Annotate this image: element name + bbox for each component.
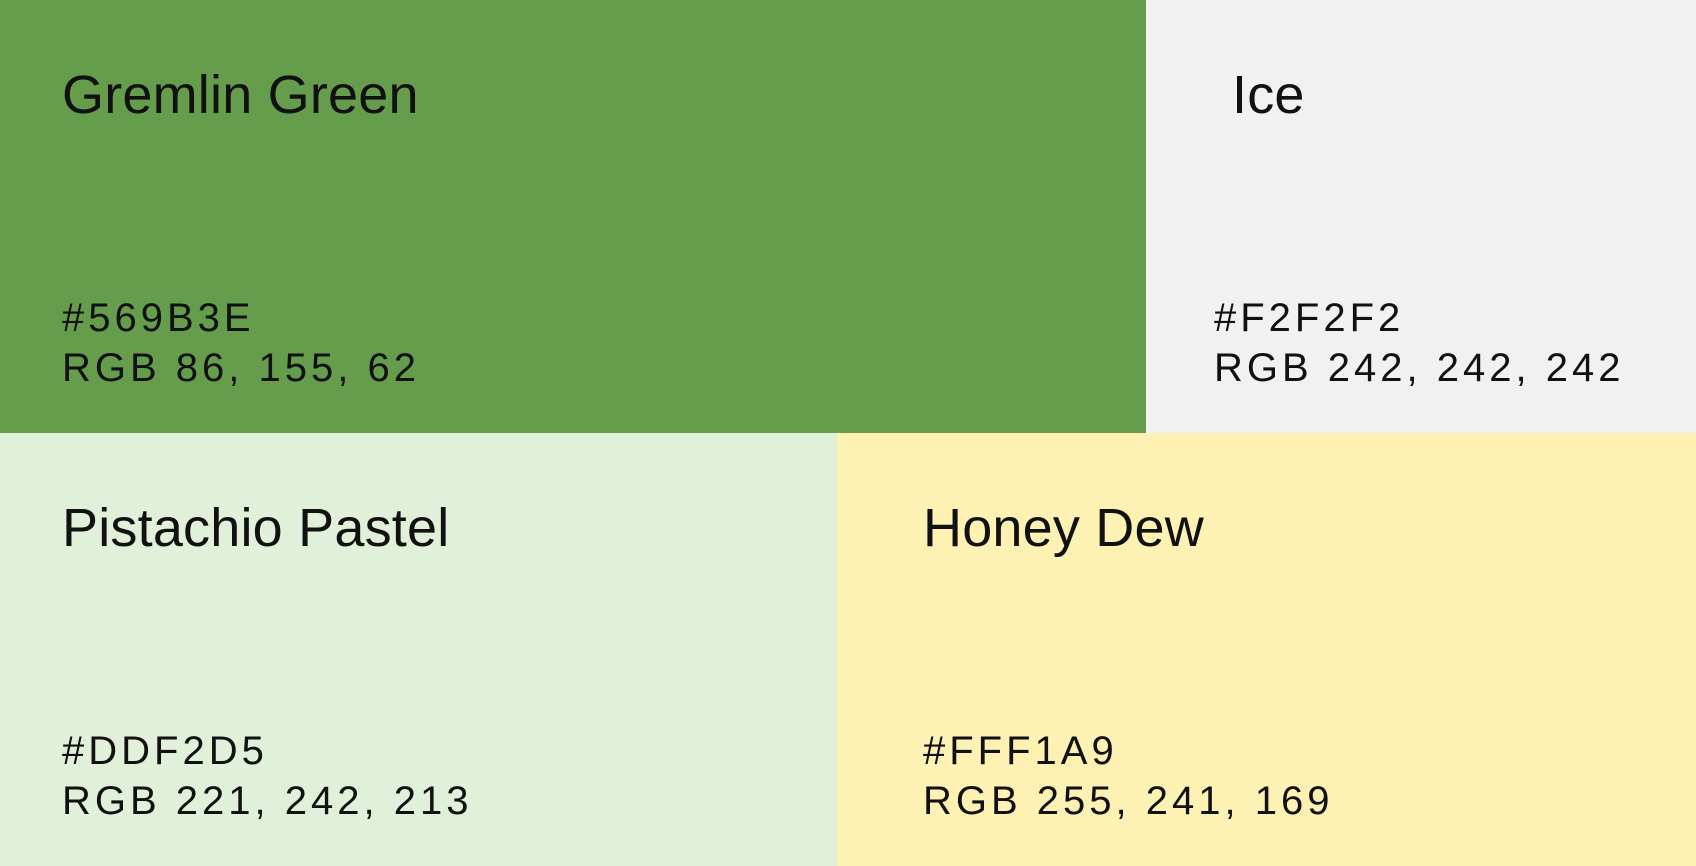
swatch-hex-code: #F2F2F2 xyxy=(1214,296,1405,340)
color-palette: Gremlin Green #569B3E RGB 86, 155, 62 Ic… xyxy=(0,0,1696,866)
swatch-name: Pistachio Pastel xyxy=(62,498,450,558)
swatch-name: Honey Dew xyxy=(923,498,1204,558)
swatch-name: Gremlin Green xyxy=(62,65,419,125)
swatch-honey-dew: Honey Dew #FFF1A9 RGB 255, 241, 169 xyxy=(837,433,1696,866)
swatch-name: Ice xyxy=(1232,65,1305,125)
swatch-hex-code: #FFF1A9 xyxy=(923,729,1118,773)
swatch-rgb-value: RGB 86, 155, 62 xyxy=(62,346,420,390)
swatch-rgb-value: RGB 242, 242, 242 xyxy=(1214,346,1625,390)
swatch-hex-code: #DDF2D5 xyxy=(62,729,268,773)
swatch-rgb-value: RGB 221, 242, 213 xyxy=(62,779,473,823)
swatch-rgb-value: RGB 255, 241, 169 xyxy=(923,779,1334,823)
swatch-pistachio-pastel: Pistachio Pastel #DDF2D5 RGB 221, 242, 2… xyxy=(0,433,837,866)
swatch-ice: Ice #F2F2F2 RGB 242, 242, 242 xyxy=(1146,0,1696,433)
swatch-hex-code: #569B3E xyxy=(62,296,255,340)
swatch-gremlin-green: Gremlin Green #569B3E RGB 86, 155, 62 xyxy=(0,0,1146,433)
